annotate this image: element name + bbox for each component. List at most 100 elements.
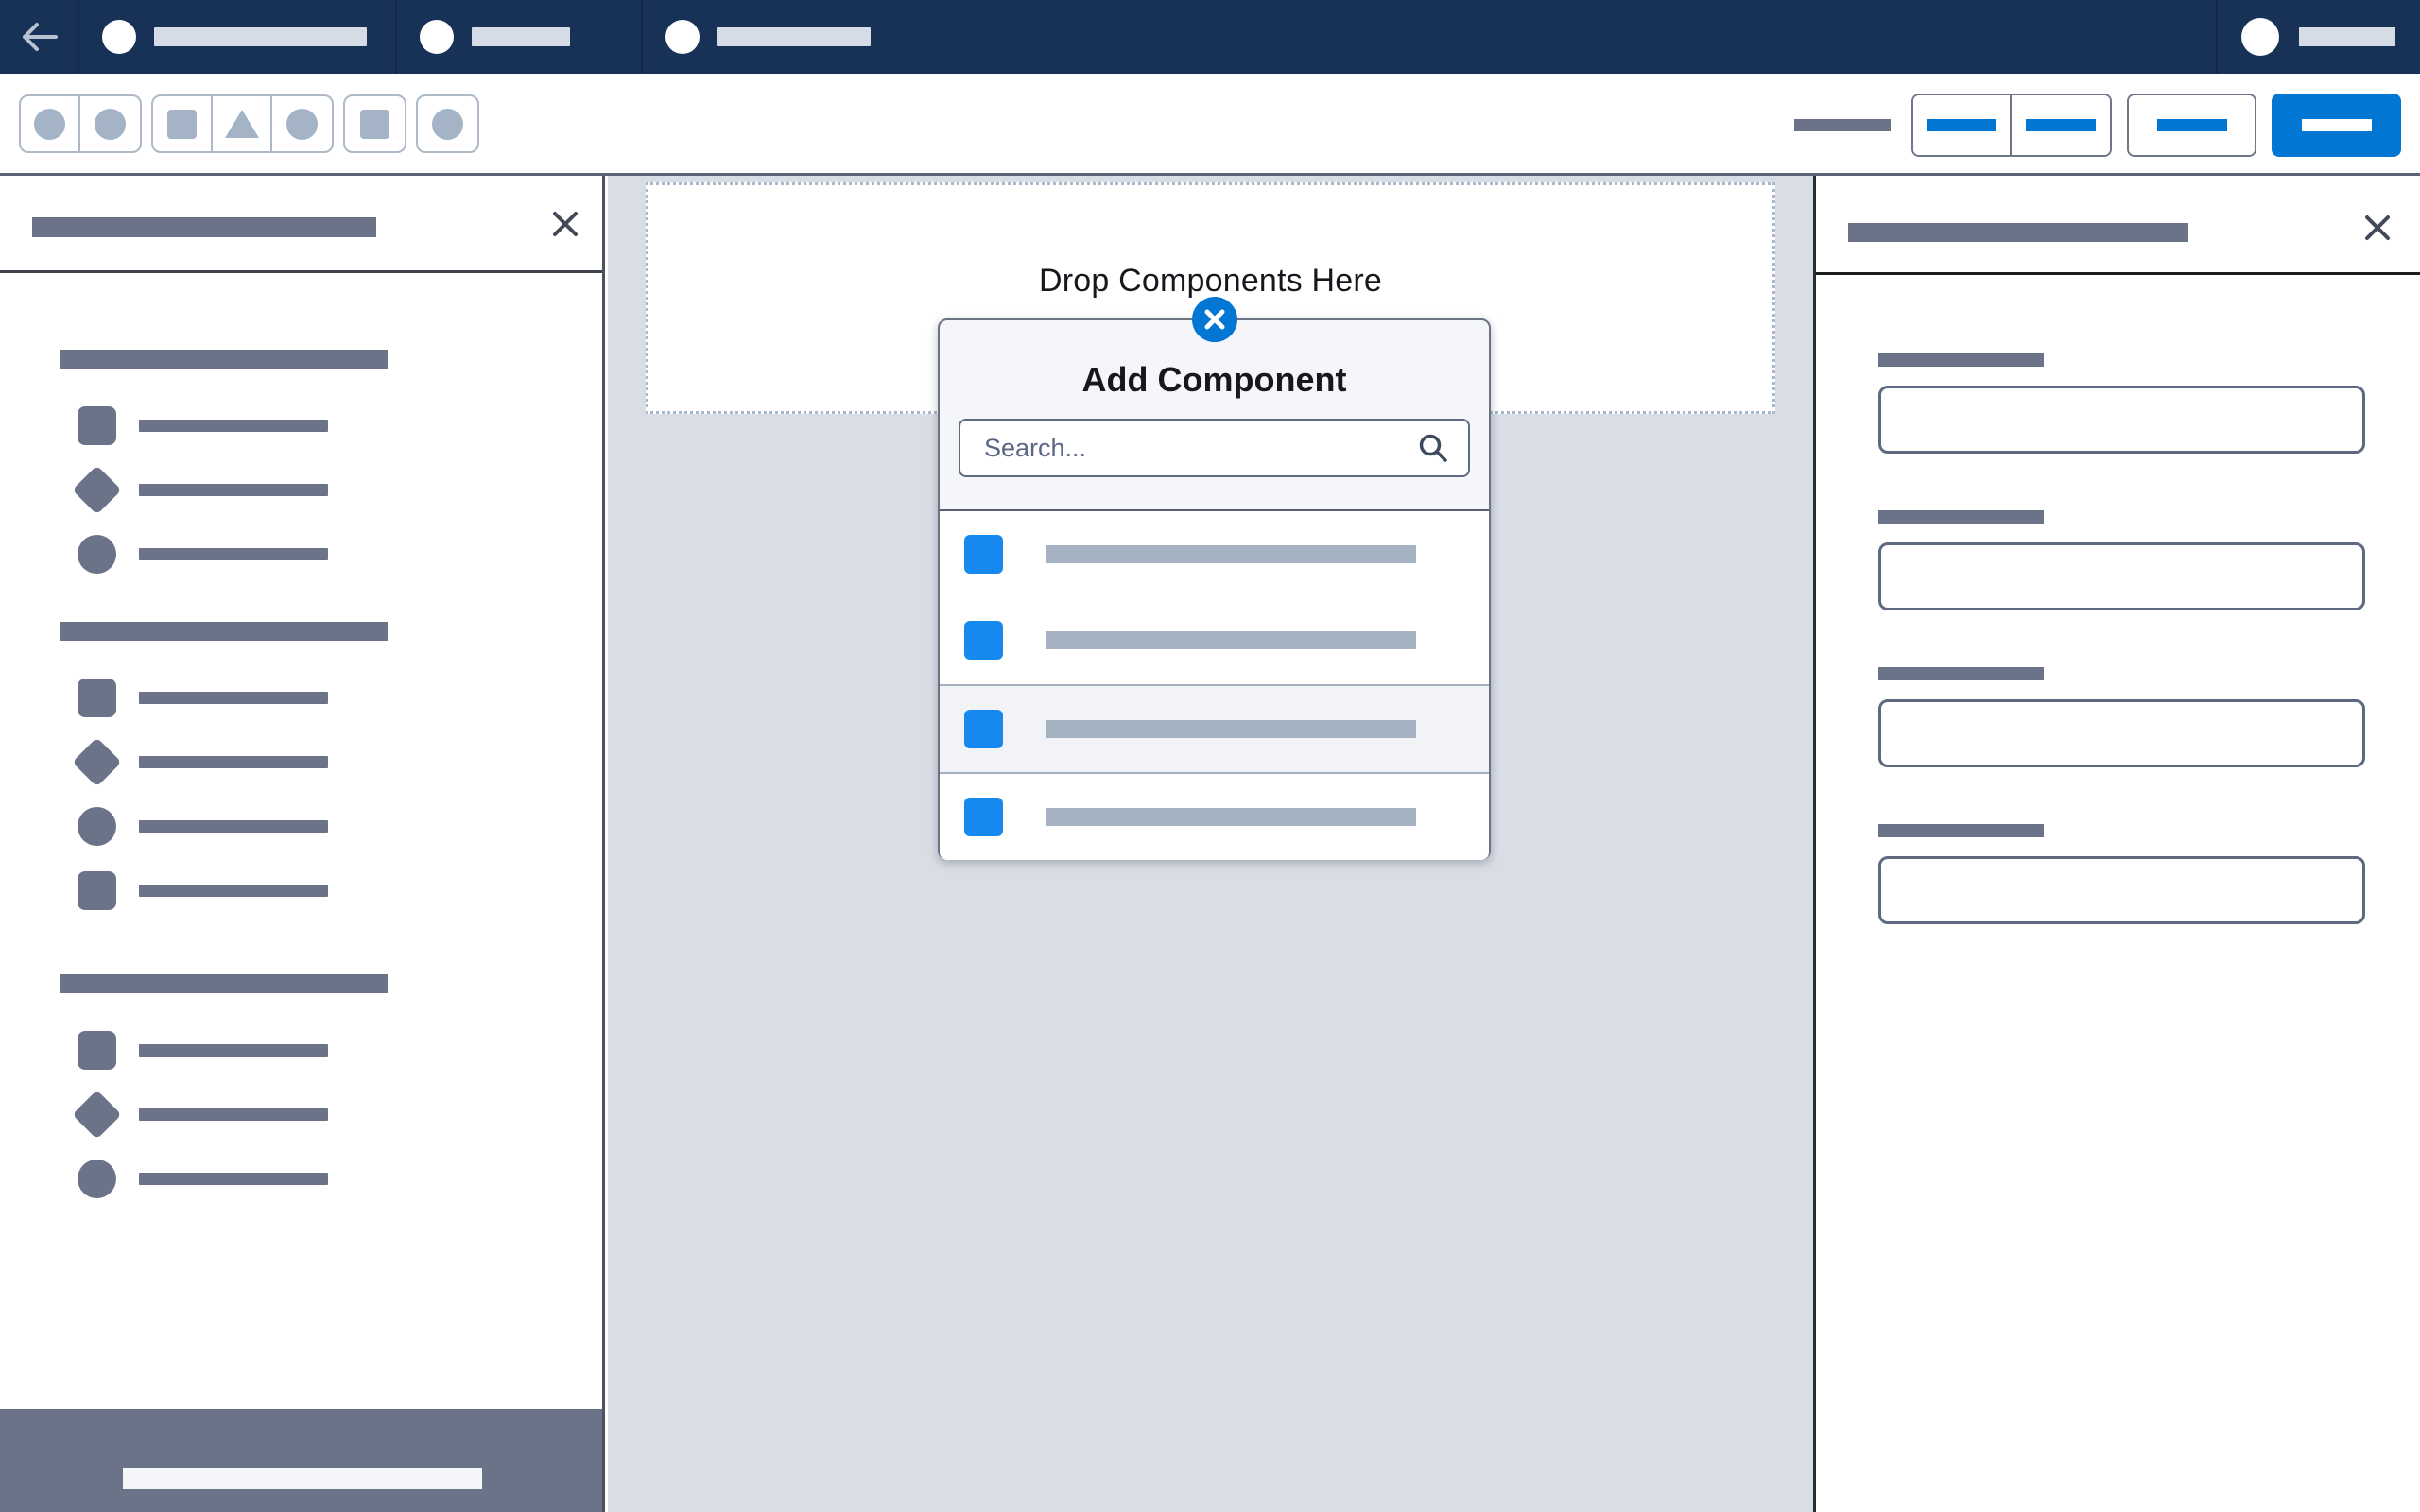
circle-icon (77, 534, 116, 574)
property-inspector-panel (1813, 176, 2420, 1512)
inspector-close-button[interactable] (2360, 210, 2395, 246)
palette-item-icon-box (71, 736, 122, 787)
button-label-placeholder (1927, 118, 1996, 131)
inspector-field-3 (1878, 667, 2365, 767)
triangle-icon (224, 110, 259, 138)
component-list-item-2[interactable] (940, 597, 1489, 683)
field-input[interactable] (1878, 386, 2365, 454)
palette-header (0, 176, 602, 273)
palette-item-square[interactable] (60, 858, 533, 922)
palette-item-square[interactable] (60, 665, 533, 730)
palette-item-circle[interactable] (60, 522, 533, 586)
inspector-title-placeholder (1848, 223, 2188, 242)
add-component-modal: Add Component (938, 297, 1491, 860)
palette-item-square[interactable] (60, 393, 533, 457)
tab-label-placeholder (472, 27, 570, 46)
toolbar-circle-button[interactable] (418, 96, 477, 151)
palette-item-diamond[interactable] (60, 1082, 533, 1146)
tab-icon-circle (102, 20, 136, 54)
user-menu[interactable] (2216, 0, 2420, 74)
topbar-tab-3[interactable] (643, 0, 1172, 74)
palette-item-label-placeholder (139, 547, 328, 560)
toolbar-primary-button[interactable] (2272, 93, 2401, 157)
palette-item-label-placeholder (139, 1043, 328, 1057)
topbar-tab-2[interactable] (397, 0, 643, 74)
component-list (940, 509, 1489, 860)
circle-icon (77, 1159, 116, 1198)
button-label-placeholder (2156, 118, 2227, 131)
modal-title: Add Component (1081, 360, 1347, 399)
inspector-field-2 (1878, 510, 2365, 610)
palette-title-placeholder (32, 217, 376, 237)
palette-item-icon-box (71, 800, 122, 851)
tab-label-placeholder (154, 27, 367, 46)
tab-icon-circle (420, 20, 454, 54)
tab-label-placeholder (717, 27, 871, 46)
palette-item-label-placeholder (139, 1108, 328, 1121)
field-input[interactable] (1878, 542, 2365, 610)
modal-close-button[interactable] (1191, 297, 1237, 343)
back-button[interactable] (0, 0, 79, 74)
palette-item-icon-box (71, 528, 122, 579)
inspector-field-4 (1878, 824, 2365, 924)
toolbar-triangle-button[interactable] (213, 96, 272, 151)
component-list-item-4[interactable] (940, 774, 1489, 860)
square-icon (77, 678, 116, 717)
diamond-icon (71, 736, 122, 787)
component-name-placeholder (1046, 807, 1416, 826)
toolbar-status-placeholder (1794, 118, 1891, 131)
circle-icon (286, 108, 318, 140)
section-heading-placeholder (60, 622, 388, 641)
toolbar-action-button-3[interactable] (2129, 94, 2255, 155)
search-input[interactable] (959, 419, 1470, 477)
toolbar-button-pair (1911, 93, 2112, 157)
component-name-placeholder (1046, 545, 1416, 564)
builder-canvas: Drop Components Here Add Component (608, 176, 1813, 1512)
field-label-placeholder (1878, 353, 2044, 367)
palette-item-circle[interactable] (60, 1146, 533, 1211)
topbar-tab-1[interactable] (79, 0, 397, 74)
search-icon (1419, 434, 1447, 462)
toolbar-circle-button[interactable] (21, 96, 80, 151)
palette-item-circle[interactable] (60, 794, 533, 858)
toolbar-circle-button[interactable] (272, 96, 332, 151)
palette-item-icon-box (71, 1089, 122, 1140)
toolbar-square-button[interactable] (153, 96, 213, 151)
component-list-item-3[interactable] (940, 683, 1489, 774)
palette-item-diamond[interactable] (60, 457, 533, 522)
palette-item-icon-box (71, 400, 122, 451)
toolbar-action-button-1[interactable] (1913, 94, 2012, 155)
toolbar-actions (1794, 74, 2401, 176)
diamond-icon (71, 1089, 122, 1140)
top-navigation-bar (0, 0, 2420, 74)
builder-toolbar (0, 74, 2420, 176)
toolbar-icon-group-3 (343, 94, 406, 153)
back-arrow-icon (23, 23, 58, 51)
field-input[interactable] (1878, 699, 2365, 767)
user-name-placeholder (2299, 27, 2395, 46)
circle-icon (95, 108, 126, 140)
toolbar-icon-group-4 (416, 94, 479, 153)
square-icon (360, 109, 389, 139)
circle-icon (77, 806, 116, 846)
toolbar-icon-group-2 (151, 94, 334, 153)
toolbar-circle-button[interactable] (80, 96, 140, 151)
palette-item-label-placeholder (139, 755, 328, 768)
toolbar-square-button[interactable] (345, 96, 405, 151)
palette-item-square[interactable] (60, 1018, 533, 1082)
close-icon (553, 212, 578, 236)
button-label-placeholder (2026, 118, 2096, 131)
component-list-item-1[interactable] (940, 511, 1489, 597)
page-builder-app: Drop Components Here Add Component (0, 0, 2420, 1512)
palette-item-label-placeholder (139, 884, 328, 897)
field-label-placeholder (1878, 510, 2044, 524)
field-input[interactable] (1878, 856, 2365, 924)
inspector-field-1 (1878, 353, 2365, 454)
palette-item-diamond[interactable] (60, 730, 533, 794)
footer-label-placeholder (123, 1468, 482, 1489)
component-icon (964, 797, 1003, 836)
toolbar-action-button-2[interactable] (2012, 94, 2110, 155)
circle-icon (34, 108, 65, 140)
square-icon (77, 405, 116, 445)
palette-close-button[interactable] (547, 206, 583, 242)
